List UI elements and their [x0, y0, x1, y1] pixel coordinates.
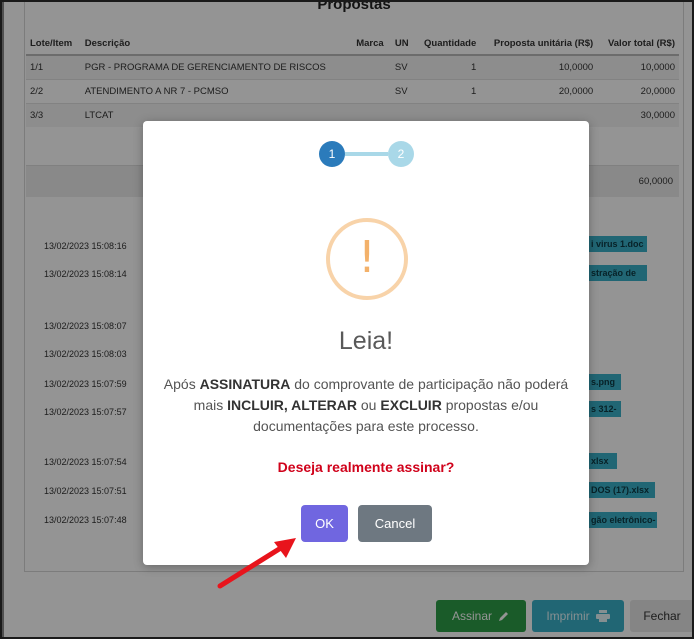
dialog-question: Deseja realmente assinar?: [277, 459, 455, 475]
message-emphasis: ASSINATURA: [199, 376, 291, 392]
warning-icon: !: [326, 218, 408, 300]
message-text: Após: [163, 376, 200, 392]
message-emphasis: EXCLUIR: [380, 397, 442, 413]
message-emphasis: INCLUIR, ALTERAR: [227, 397, 357, 413]
step-1-indicator: 1: [319, 141, 345, 167]
ok-button[interactable]: OK: [301, 505, 348, 542]
exclamation-icon: !: [358, 232, 376, 283]
confirm-dialog: 1 2 ! Leia! Após ASSINATURA do comprovan…: [143, 121, 589, 565]
message-text: ou: [357, 397, 381, 413]
cancel-button[interactable]: Cancel: [358, 505, 432, 542]
dialog-title: Leia!: [338, 327, 394, 355]
screenshot-frame: Propostas Lote/Item Descrição Marca UN Q…: [0, 0, 694, 639]
arrow-pointer-icon: [217, 538, 296, 589]
dialog-message: Após ASSINATURA do comprovante de partic…: [163, 374, 569, 437]
step-connector: [345, 152, 388, 156]
progress-steps: 1 2: [319, 141, 414, 167]
step-2-indicator: 2: [388, 141, 414, 167]
